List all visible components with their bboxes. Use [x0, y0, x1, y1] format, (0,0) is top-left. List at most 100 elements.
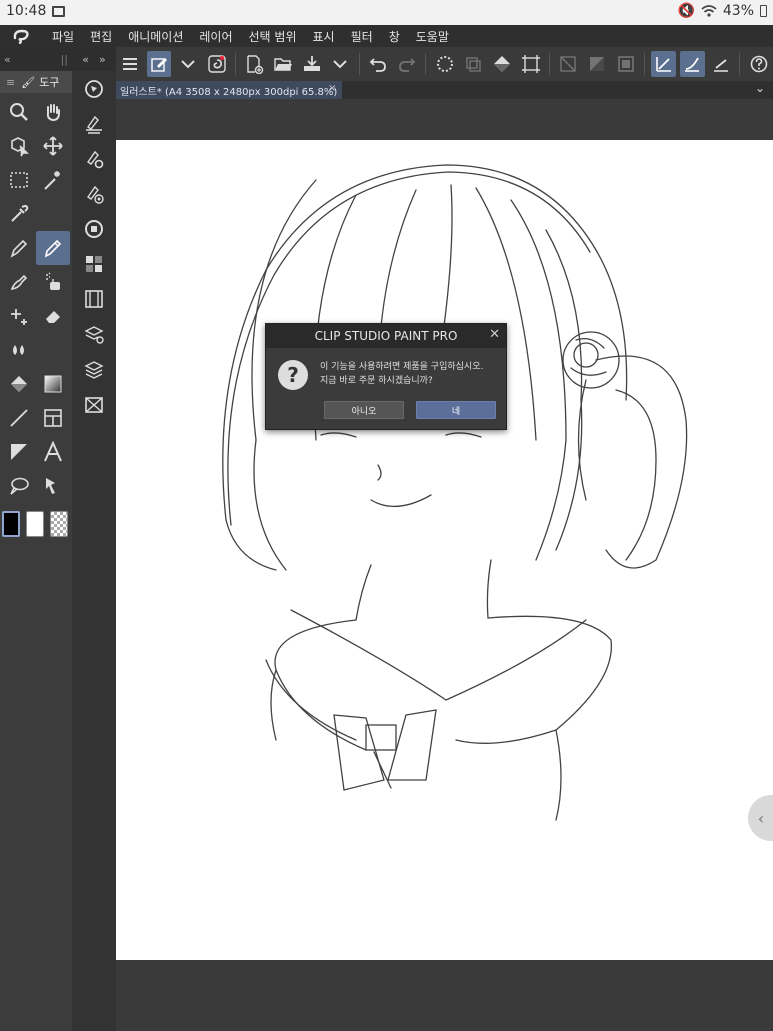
- clip-studio-swirl-icon: [207, 55, 226, 73]
- balloon-tool[interactable]: [2, 469, 36, 503]
- dialog-close-button[interactable]: ✕: [489, 327, 500, 342]
- pencil-tool[interactable]: [36, 231, 70, 265]
- color-set-button[interactable]: [72, 246, 116, 281]
- menu-animation[interactable]: 애니메이션: [120, 28, 191, 45]
- brush-size-button[interactable]: [72, 106, 116, 141]
- menu-button[interactable]: [118, 51, 143, 77]
- clip-studio-logo-icon[interactable]: [0, 25, 44, 47]
- auto-select-tool[interactable]: [36, 163, 70, 197]
- no-button[interactable]: 아니오: [324, 401, 404, 419]
- yes-button[interactable]: 네: [416, 401, 496, 419]
- transparent-color-swatch[interactable]: [50, 511, 68, 537]
- eraser-tool[interactable]: [36, 299, 70, 333]
- tool-tab[interactable]: ≡ 🖌 도구: [0, 71, 72, 93]
- empty-slot: [36, 197, 70, 231]
- system-status-bar: 10:48 🔇 43%: [0, 0, 773, 25]
- fill-tool[interactable]: [2, 367, 36, 401]
- question-icon: ?: [278, 360, 308, 390]
- open-file-button[interactable]: [271, 51, 296, 77]
- hamburger-icon: [123, 58, 138, 70]
- undo-button[interactable]: [366, 51, 391, 77]
- help-bubble-icon: [750, 55, 768, 73]
- save-dropdown[interactable]: [328, 51, 353, 77]
- film-strip-icon: [85, 289, 103, 308]
- material-box-icon: [85, 396, 103, 413]
- sub-tool-detail-button[interactable]: [72, 176, 116, 211]
- close-tab-button[interactable]: ×: [328, 83, 336, 94]
- tool-property-button[interactable]: [72, 141, 116, 176]
- correct-line-icon: [46, 478, 55, 494]
- pen-tool[interactable]: [2, 231, 36, 265]
- edit-mode-dropdown[interactable]: [175, 51, 200, 77]
- tab-list-dropdown[interactable]: ⌄: [755, 81, 765, 95]
- menu-window[interactable]: 창: [381, 28, 408, 45]
- figure-tool[interactable]: [2, 401, 36, 435]
- clear-outside-button[interactable]: [461, 51, 486, 77]
- ruler-tool[interactable]: [2, 435, 36, 469]
- collapse-panel-button[interactable]: «: [4, 53, 11, 66]
- blend-tool[interactable]: [2, 333, 36, 367]
- show-selection-button[interactable]: [614, 51, 639, 77]
- menu-file[interactable]: 파일: [44, 28, 82, 45]
- toolbar-separator: [234, 53, 236, 75]
- pen-square-icon: [151, 58, 168, 72]
- transform-button[interactable]: [518, 51, 543, 77]
- sparkle-icon: [11, 309, 27, 325]
- clip-studio-button[interactable]: [204, 51, 229, 77]
- zoom-tool[interactable]: [2, 95, 36, 129]
- command-bar: [116, 47, 773, 81]
- sub-color-swatch[interactable]: [26, 511, 44, 537]
- paint-bucket-icon: [494, 56, 511, 72]
- color-grid-icon: [86, 255, 102, 272]
- empty-slot-2: [36, 333, 70, 367]
- snap-grid-button[interactable]: [709, 51, 734, 77]
- expand-subpanel-button[interactable]: »: [99, 53, 106, 66]
- menu-selection[interactable]: 선택 범위: [241, 28, 305, 45]
- wifi-icon: [701, 5, 717, 17]
- frame-border-tool[interactable]: [36, 401, 70, 435]
- layer-property-button[interactable]: [72, 316, 116, 351]
- edit-mode-button[interactable]: [146, 51, 172, 77]
- collapse-subpanel-button[interactable]: «: [82, 53, 89, 66]
- brush-tool[interactable]: [2, 265, 36, 299]
- help-button[interactable]: [746, 51, 771, 77]
- snap-special-ruler-button[interactable]: [679, 51, 705, 77]
- menu-help[interactable]: 도움말: [408, 28, 457, 45]
- text-tool[interactable]: [36, 435, 70, 469]
- redo-button[interactable]: [395, 51, 420, 77]
- save-button[interactable]: [299, 51, 324, 77]
- menu-edit[interactable]: 편집: [82, 28, 120, 45]
- clock: 10:48: [6, 3, 47, 19]
- document-tab[interactable]: 일러스트* (A4 3508 x 2480px 300dpi 65.8%) ×: [116, 81, 342, 99]
- hand-tool[interactable]: [36, 95, 70, 129]
- menu-view[interactable]: 표시: [305, 28, 343, 45]
- eyedropper-icon: [11, 205, 29, 222]
- selection-tool[interactable]: [2, 163, 36, 197]
- layer-gear-icon: [84, 325, 104, 344]
- deselect-button[interactable]: [556, 51, 581, 77]
- layer-button[interactable]: [72, 351, 116, 386]
- object-select-icon: [11, 137, 29, 157]
- object-tool[interactable]: [2, 129, 36, 163]
- menu-layer[interactable]: 레이어: [191, 28, 240, 45]
- snap-ruler-button[interactable]: [651, 51, 676, 77]
- main-color-swatch[interactable]: [2, 511, 20, 537]
- airbrush-tool[interactable]: [36, 265, 70, 299]
- eyedropper-tool[interactable]: [2, 197, 36, 231]
- paint-bucket-icon: [11, 376, 27, 392]
- navigator-button[interactable]: [72, 71, 116, 106]
- move-arrows-icon: [43, 136, 63, 156]
- fill-button[interactable]: [490, 51, 515, 77]
- color-wheel-button[interactable]: [72, 211, 116, 246]
- material-button[interactable]: [72, 386, 116, 421]
- decoration-tool[interactable]: [2, 299, 36, 333]
- correct-line-tool[interactable]: [36, 469, 70, 503]
- new-file-button[interactable]: [242, 51, 267, 77]
- timeline-button[interactable]: [72, 281, 116, 316]
- drawing-canvas[interactable]: [116, 140, 773, 960]
- clear-layer-button[interactable]: [432, 51, 457, 77]
- gradient-tool[interactable]: [36, 367, 70, 401]
- invert-selection-button[interactable]: [585, 51, 610, 77]
- move-layer-tool[interactable]: [36, 129, 70, 163]
- menu-filter[interactable]: 필터: [343, 28, 381, 45]
